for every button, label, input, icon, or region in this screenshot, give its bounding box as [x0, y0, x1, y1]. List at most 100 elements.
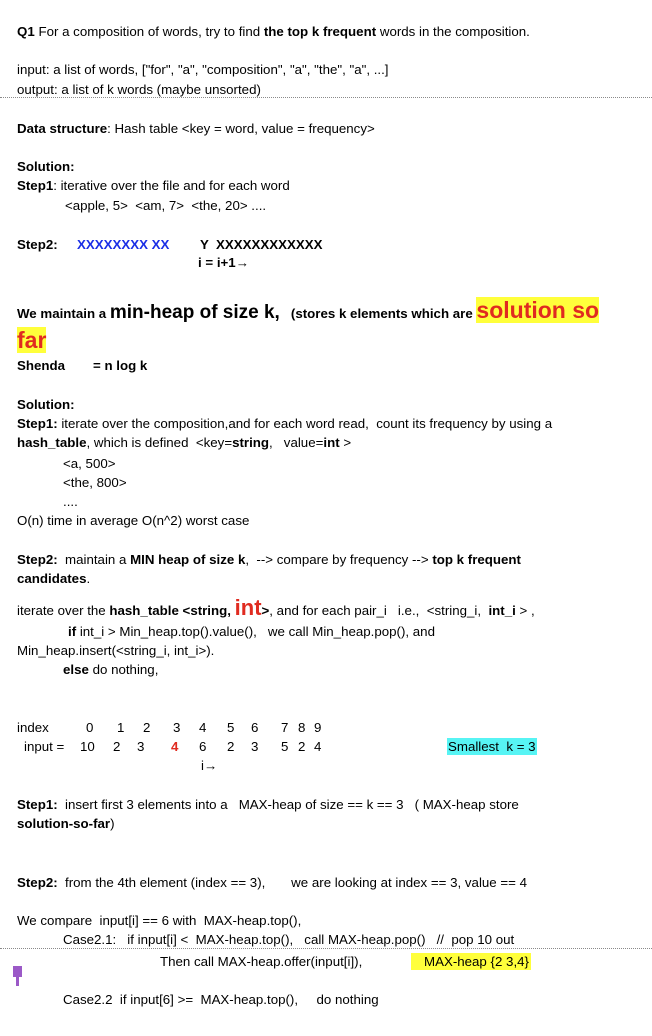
index-7: 7 — [281, 720, 289, 735]
top-k-frequent: top k frequent — [432, 552, 521, 567]
data-structure-line: Data structure: Hash table <key = word, … — [17, 120, 375, 137]
insert-line: Min_heap.insert(<string_i, int_i>). — [17, 643, 215, 658]
solution-so-far-line: solution-so-far) — [17, 815, 115, 832]
value-4: 6 — [199, 739, 207, 754]
step1-max-heap-line: Step1: insert first 3 elements into a MA… — [17, 796, 519, 813]
input-line: input: a list of words, ["for", "a", "co… — [17, 62, 389, 77]
if-text: int_i > Min_heap.top().value(), we call … — [76, 624, 435, 639]
index-5: 5 — [227, 720, 235, 735]
question-line: Q1 For a composition of words, try to fi… — [17, 23, 530, 40]
iterate-end: > , — [515, 603, 535, 618]
question-emphasis: the top k frequent — [263, 24, 377, 39]
value-0: 10 — [80, 739, 95, 754]
index-label: index — [17, 720, 49, 735]
example-ellipsis: .... — [63, 494, 78, 509]
question-number: Q1 — [17, 24, 35, 39]
iterate-hash-table: hash_table <string, — [109, 603, 235, 618]
step2-heap-text: maintain a — [57, 552, 131, 567]
case-2-1-line: Case2.1: if input[i] < MAX-heap.top(), c… — [63, 932, 515, 947]
min-heap-line-2: far — [17, 327, 47, 357]
case-2-2-line: Case2.2 if input[6] >= MAX-heap.top(), d… — [63, 992, 379, 1007]
step2-line: Step2: — [17, 236, 58, 253]
step1-label: Step1 — [17, 178, 54, 193]
int-emphasis: int — [234, 595, 262, 620]
index-1: 1 — [117, 720, 125, 735]
value-7: 5 — [281, 739, 289, 754]
shenda-value: = n log k — [93, 358, 148, 373]
page-break-divider-2 — [0, 948, 652, 949]
min-heap-text: We maintain a — [17, 306, 110, 321]
value-1: 2 — [113, 739, 121, 754]
compare-by-frequency: , --> compare by frequency --> — [245, 552, 433, 567]
period: . — [86, 571, 91, 586]
if-line: if int_i > Min_heap.top().value(), we ca… — [68, 623, 435, 640]
candidates-word: candidates — [17, 571, 87, 586]
index-pointer: i→ — [201, 758, 218, 773]
solution-heading: Solution: — [17, 159, 75, 174]
value-3: 4 — [171, 739, 179, 754]
close-paren: ) — [110, 816, 115, 831]
solution-so-far: solution-so-far — [17, 816, 111, 831]
value-type: int — [323, 435, 340, 450]
min-heap-emphasis: min-heap of size k, — [109, 302, 280, 323]
index-0: 0 — [86, 720, 94, 735]
step2-placeholder: Y XXXXXXXXXXXX — [200, 237, 323, 252]
step1-label-2: Step1: — [17, 416, 58, 431]
candidates-line: candidates. — [17, 570, 90, 587]
index-2: 2 — [143, 720, 151, 735]
value-8: 2 — [298, 739, 306, 754]
shenda-label: Shenda — [17, 358, 66, 373]
complexity-line: O(n) time in average O(n^2) worst case — [17, 513, 250, 528]
min-heap-note: (stores k elements which are — [279, 306, 477, 321]
value-2: 3 — [137, 739, 145, 754]
iterate-pair: , and for each pair_i i.e., <string_i, — [269, 603, 489, 618]
step1-max-heap-label: Step1: — [17, 797, 58, 812]
step2-max-heap-label: Step2: — [17, 875, 58, 890]
step2-blue-placeholder: XXXXXXXX XX — [77, 237, 170, 252]
index-3: 3 — [173, 720, 181, 735]
step1-text: : iterative over the file and for each w… — [53, 178, 290, 193]
step2-heap-label: Step2: — [17, 552, 58, 567]
example-a: <a, 500> — [63, 456, 116, 471]
highlight-solution-so: solution so — [476, 297, 600, 323]
value-eq: , value= — [269, 435, 324, 450]
compare-line: We compare input[i] == 6 with MAX-heap.t… — [17, 913, 302, 928]
if-keyword: if — [68, 624, 77, 639]
step2-increment: i = i+1→ — [198, 255, 249, 270]
else-line: else do nothing, — [63, 661, 158, 678]
min-heap-size-k: MIN heap of size k — [130, 552, 246, 567]
index-8: 8 — [298, 720, 306, 735]
question-text: For a composition of words, try to find — [34, 24, 264, 39]
comment-marker-stem — [16, 976, 19, 986]
close-bracket: > — [339, 435, 352, 450]
iterate-text: iterate over the — [17, 603, 110, 618]
index-6: 6 — [251, 720, 259, 735]
key-type: string — [232, 435, 270, 450]
question-text-end: words in the composition. — [376, 24, 530, 39]
page-break-divider — [0, 97, 652, 98]
step1-line-2: Step1: iterate over the composition,and … — [17, 415, 552, 432]
step1-example: <apple, 5> <am, 7> <the, 20> .... — [65, 198, 267, 213]
data-structure-label: Data structure — [17, 121, 108, 136]
value-9: 4 — [314, 739, 322, 754]
data-structure-text: : Hash table <key = word, value = freque… — [107, 121, 375, 136]
output-line: output: a list of k words (maybe unsorte… — [17, 82, 261, 97]
step2-heap-line: Step2: maintain a MIN heap of size k, --… — [17, 551, 521, 568]
index-4: 4 — [199, 720, 207, 735]
input-label: input = — [24, 739, 65, 754]
step2-label: Step2: — [17, 237, 58, 252]
int-i: int_i — [488, 603, 516, 618]
else-text: do nothing, — [88, 662, 159, 677]
value-5: 2 — [227, 739, 235, 754]
hash-table-term: hash_table — [17, 435, 87, 450]
offer-line: Then call MAX-heap.offer(input[i]), — [160, 954, 363, 969]
step2-max-heap-text: from the 4th element (index == 3), we ar… — [57, 875, 527, 890]
step1-max-heap-text: insert first 3 elements into a MAX-heap … — [57, 797, 519, 812]
smallest-k-note: Smallest k = 3 — [447, 738, 537, 755]
iterate-line: iterate over the hash_table <string, int… — [17, 597, 535, 622]
highlight-far: far — [17, 327, 47, 353]
example-the: <the, 800> — [63, 475, 127, 490]
value-6: 3 — [251, 739, 259, 754]
step2-max-heap-line: Step2: from the 4th element (index == 3)… — [17, 874, 527, 891]
max-heap-state: MAX-heap {2 3,4} — [411, 953, 531, 970]
